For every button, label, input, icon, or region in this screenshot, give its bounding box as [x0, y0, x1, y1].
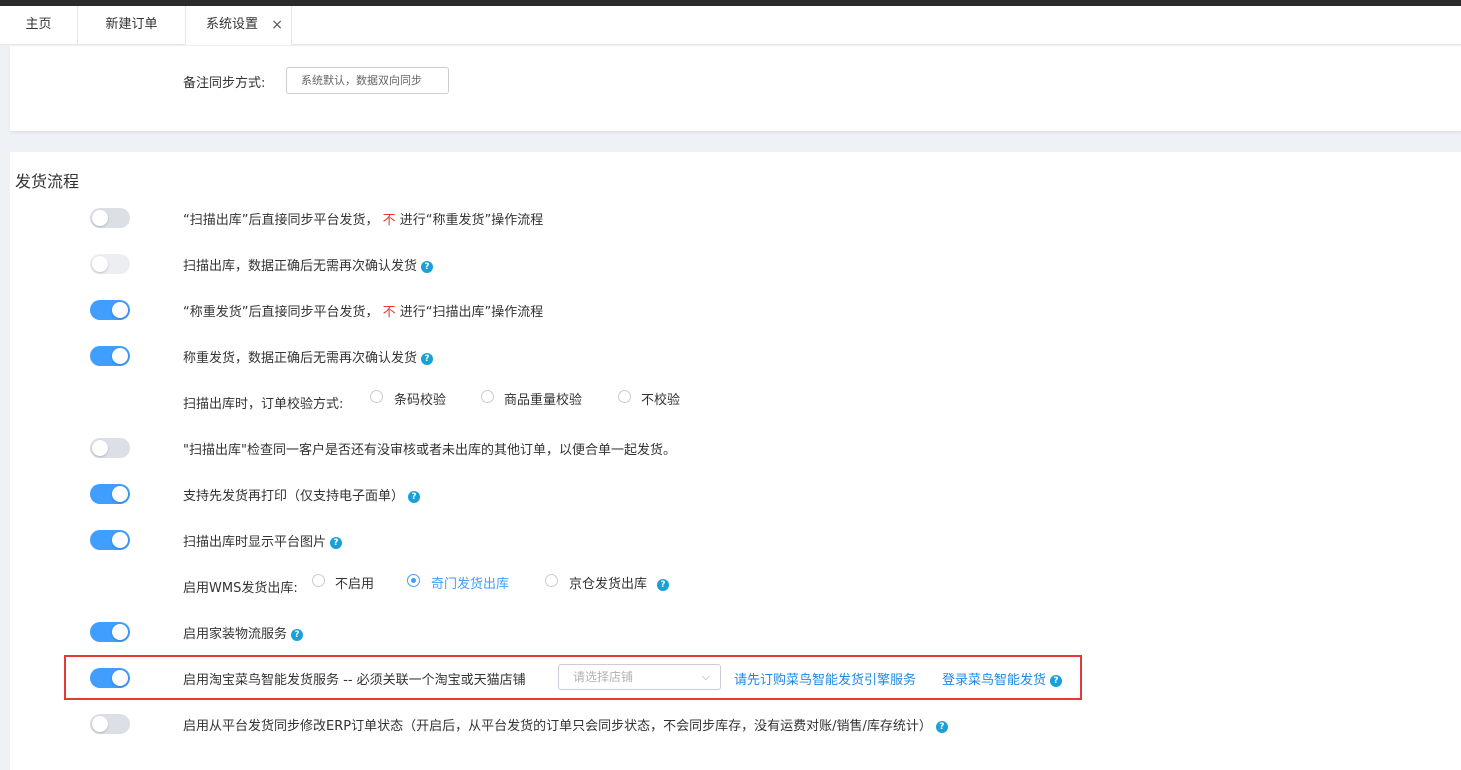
radio-barcode-verify-label: 条码校验: [394, 393, 447, 408]
row-check-same-customer-label: "扫描出库"检查同一客户是否还有没审核或者未出库的其他订单，以便合单一起发货。: [183, 443, 676, 458]
row-scan-direct-ship-label: “扫描出库”后直接同步平台发货， 不 进行“称重发货”操作流程: [183, 209, 543, 228]
row-text-pre: “扫描出库”后直接同步平台发货，: [183, 213, 379, 228]
verify-mode-label: 扫描出库时，订单校验方式:: [183, 397, 344, 412]
row-platform-sync-status-label: 启用从平台发货同步修改ERP订单状态（开启后，从平台发货的订单只会同步状态，不会…: [183, 715, 948, 734]
row-text-negation: 不: [382, 305, 396, 320]
radio-weight-verify-label: 商品重量校验: [504, 393, 583, 408]
help-icon[interactable]: ?: [408, 490, 421, 503]
help-icon[interactable]: ?: [1050, 674, 1063, 687]
toggle-knob: [112, 532, 128, 548]
radio-no-verify[interactable]: [618, 390, 631, 403]
row-scan-no-confirm-label: 扫描出库，数据正确后无需再次确认发货?: [183, 255, 434, 274]
row-weigh-no-confirm-label: 称重发货，数据正确后无需再次确认发货?: [183, 347, 434, 366]
row-text: 启用家装物流服务: [183, 627, 288, 642]
row-text-post: 进行“扫描出库”操作流程: [399, 305, 544, 320]
login-cainiao-link[interactable]: 登录菜鸟智能发货?: [942, 669, 1063, 688]
row-home-logistics-label: 启用家装物流服务?: [183, 623, 304, 642]
radio-wms-disabled[interactable]: [312, 574, 325, 587]
toggle-weigh-no-confirm[interactable]: [90, 346, 130, 366]
store-select[interactable]: 请选择店铺 ⌵: [558, 664, 721, 690]
toggle-scan-direct-ship[interactable]: [90, 208, 130, 228]
tab-new-order[interactable]: 新建订单: [78, 6, 186, 45]
toggle-weigh-direct-ship[interactable]: [90, 300, 130, 320]
help-icon[interactable]: ?: [657, 579, 669, 591]
radio-wms-qimen[interactable]: [407, 574, 420, 587]
help-icon[interactable]: ?: [291, 628, 304, 641]
tab-bar: 主页 新建订单 系统设置 ×: [0, 6, 1461, 45]
help-icon[interactable]: ?: [330, 536, 343, 549]
toggle-knob: [92, 256, 108, 272]
help-icon[interactable]: ?: [421, 352, 434, 365]
row-text: 称重发货，数据正确后无需再次确认发货: [183, 351, 418, 366]
toggle-knob: [112, 348, 128, 364]
row-text: 扫描出库，数据正确后无需再次确认发货: [183, 259, 418, 274]
row-text-negation: 不: [382, 213, 396, 228]
toggle-knob: [92, 210, 108, 226]
row-text-post: 进行“称重发货”操作流程: [399, 213, 544, 228]
toggle-check-same-customer[interactable]: [90, 438, 130, 458]
remark-sync-select[interactable]: 系统默认，数据双向同步: [286, 67, 449, 94]
subscribe-cainiao-link[interactable]: 请先订购菜鸟智能发货引擎服务: [734, 669, 916, 688]
tab-system-settings[interactable]: 系统设置 ×: [186, 6, 292, 45]
store-select-placeholder: 请选择店铺: [573, 670, 634, 684]
row-show-platform-image-label: 扫描出库时显示平台图片?: [183, 531, 343, 550]
row-weigh-direct-ship-label: “称重发货”后直接同步平台发货， 不 进行“扫描出库”操作流程: [183, 301, 543, 320]
toggle-scan-no-confirm[interactable]: [90, 254, 130, 274]
close-icon[interactable]: ×: [271, 6, 283, 44]
toggle-knob: [112, 624, 128, 640]
row-ship-before-print-label: 支持先发货再打印（仅支持电子面单）?: [183, 485, 421, 504]
tab-system-settings-label: 系统设置: [206, 17, 259, 32]
toggle-cainiao-smart-ship[interactable]: [90, 668, 130, 688]
toggle-show-platform-image[interactable]: [90, 530, 130, 550]
remark-sync-label: 备注同步方式:: [183, 76, 266, 91]
help-icon[interactable]: ?: [935, 720, 948, 733]
row-text: 扫描出库时显示平台图片: [183, 535, 327, 550]
row-text: 启用从平台发货同步修改ERP订单状态（开启后，从平台发货的订单只会同步状态，不会…: [183, 719, 932, 734]
row-text-pre: “称重发货”后直接同步平台发货，: [183, 305, 379, 320]
radio-barcode-verify[interactable]: [370, 390, 383, 403]
login-cainiao-link-label: 登录菜鸟智能发货: [942, 673, 1047, 688]
toggle-knob: [112, 486, 128, 502]
toggle-knob: [92, 440, 108, 456]
toggle-ship-before-print[interactable]: [90, 484, 130, 504]
section-title: 发货流程: [15, 172, 80, 191]
radio-wms-jingcang[interactable]: [545, 574, 558, 587]
toggle-knob: [112, 670, 128, 686]
tab-home[interactable]: 主页: [0, 6, 78, 45]
wms-label: 启用WMS发货出库:: [183, 581, 298, 596]
chevron-down-icon: ⌵: [701, 670, 710, 683]
radio-wms-jingcang-label: 京仓发货出库: [569, 577, 648, 592]
toggle-knob: [112, 302, 128, 318]
toggle-home-logistics[interactable]: [90, 622, 130, 642]
row-text: 支持先发货再打印（仅支持电子面单）: [183, 489, 405, 504]
row-cainiao-smart-ship-label: 启用淘宝菜鸟智能发货服务 -- 必须关联一个淘宝或天猫店铺: [183, 673, 526, 688]
help-icon[interactable]: ?: [421, 260, 434, 273]
radio-wms-qimen-label: 奇门发货出库: [431, 577, 510, 592]
radio-wms-disabled-label: 不启用: [335, 577, 375, 592]
toggle-platform-sync-status[interactable]: [90, 714, 130, 734]
radio-no-verify-label: 不校验: [641, 393, 681, 408]
toggle-knob: [92, 716, 108, 732]
radio-weight-verify[interactable]: [481, 390, 494, 403]
